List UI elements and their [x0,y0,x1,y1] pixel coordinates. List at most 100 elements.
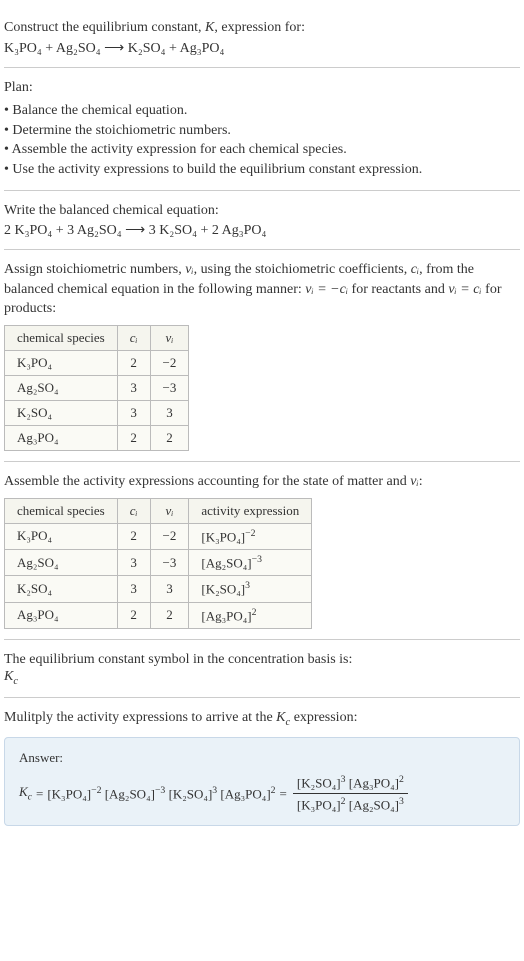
cell-species: K₂SO₄ [5,400,118,425]
term-exp: −2 [91,785,101,796]
table-row: Ag₃PO₄ 2 2 [Ag₃PO₄]2 [5,602,312,628]
term-exp: 3 [341,774,346,785]
plan-item: Balance the chemical equation. [4,101,520,121]
title-suffix: , expression for: [214,20,305,35]
symbol-title: The equilibrium constant symbol in the c… [4,650,520,670]
answer-label: Answer: [19,750,505,766]
cell-expr: [Ag₃PO₄]2 [189,602,312,628]
header-section: Construct the equilibrium constant, K, e… [4,8,520,68]
term-exp: −3 [155,785,165,796]
stoich-text: for reactants and [348,282,448,297]
stoich-description: Assign stoichiometric numbers, νᵢ, using… [4,260,520,319]
product-terms: [K₃PO₄]−2 [Ag₂SO₄]−3 [K₂SO₄]3 [Ag₃PO₄]2 [47,785,275,802]
stoich-eq2: νᵢ = cᵢ [448,282,481,297]
activity-section: Assemble the activity expressions accoun… [4,462,520,640]
cell-c: 2 [117,350,150,375]
col-species: chemical species [5,325,118,350]
cell-c: 2 [117,425,150,450]
fraction: [K₂SO₄]3 [Ag₃PO₄]2 [K₃PO₄]2 [Ag₂SO₄]3 [293,774,408,814]
cell-c: 3 [117,549,150,575]
term-base: [K₂SO₄] [297,775,341,790]
expr-exp: −3 [252,554,262,565]
stoich-eq1: νᵢ = −cᵢ [305,282,348,297]
multiply-text: expression: [290,710,357,725]
expr-exp: −2 [245,528,255,539]
cell-c: 3 [117,576,150,602]
cell-species: Ag₂SO₄ [5,375,118,400]
balanced-equation: 2 K₃PO₄ + 3 Ag₂SO₄ ⟶ 3 K₂SO₄ + 2 Ag₃PO₄ [4,222,520,239]
expr-exp: 3 [245,580,250,591]
cell-expr: [Ag₂SO₄]−3 [189,549,312,575]
expr-base: [Ag₃PO₄] [201,608,251,623]
balanced-title: Write the balanced chemical equation: [4,201,520,221]
term-base: [K₃PO₄] [47,786,91,801]
col-ci: cᵢ [117,325,150,350]
cell-expr: [K₂SO₄]3 [189,576,312,602]
symbol-section: The equilibrium constant symbol in the c… [4,640,520,698]
term-exp: 2 [271,785,276,796]
cell-species: Ag₃PO₄ [5,425,118,450]
table-row: Ag₂SO₄ 3 −3 [Ag₂SO₄]−3 [5,549,312,575]
term-exp: 3 [212,785,217,796]
activity-text: Assemble the activity expressions accoun… [4,474,410,489]
cell-species: K₃PO₄ [5,523,118,549]
denominator: [K₃PO₄]2 [Ag₂SO₄]3 [293,794,408,813]
expr-base: [Ag₂SO₄] [201,555,251,570]
plan-title: Plan: [4,78,520,98]
cell-nu: 3 [150,400,189,425]
c-i: cᵢ [411,262,419,277]
kc-k: K [4,669,13,684]
cell-species: Ag₂SO₄ [5,549,118,575]
term-base: [K₂SO₄] [169,786,213,801]
kc-symbol: Kc [4,669,520,687]
stoich-section: Assign stoichiometric numbers, νᵢ, using… [4,250,520,462]
nu-i: νᵢ [410,474,418,489]
activity-table: chemical species cᵢ νᵢ activity expressi… [4,498,312,629]
table-row: K₃PO₄ 2 −2 [5,350,189,375]
term-base: [Ag₂SO₄] [105,786,155,801]
table-row: K₂SO₄ 3 3 [K₂SO₄]3 [5,576,312,602]
numerator: [K₂SO₄]3 [Ag₃PO₄]2 [293,774,408,794]
kc-k: K [276,710,285,725]
cell-species: K₃PO₄ [5,350,118,375]
cell-species: Ag₃PO₄ [5,602,118,628]
nu-i: νᵢ [185,262,193,277]
cell-c: 2 [117,602,150,628]
col-ci: cᵢ [117,498,150,523]
plan-item: Determine the stoichiometric numbers. [4,121,520,141]
term-base: [K₃PO₄] [297,797,341,812]
cell-nu: −2 [150,523,189,549]
cell-expr: [K₃PO₄]−2 [189,523,312,549]
table-header-row: chemical species cᵢ νᵢ [5,325,189,350]
equals: = [36,786,43,802]
stoich-text: Assign stoichiometric numbers, [4,262,185,277]
expr-base: [K₂SO₄] [201,582,245,597]
cell-nu: −3 [150,549,189,575]
table-row: Ag₃PO₄ 2 2 [5,425,189,450]
kc-k: K [19,784,28,799]
plan-section: Plan: Balance the chemical equation. Det… [4,68,520,191]
cell-species: K₂SO₄ [5,576,118,602]
term-exp: 2 [341,796,346,807]
title-text: Construct the equilibrium constant, [4,20,205,35]
cell-nu: 2 [150,425,189,450]
kc-c: c [28,792,32,803]
col-activity: activity expression [189,498,312,523]
plan-item: Assemble the activity expression for eac… [4,140,520,160]
cell-nu: −3 [150,375,189,400]
col-nui: νᵢ [150,325,189,350]
cell-c: 3 [117,375,150,400]
problem-title: Construct the equilibrium constant, K, e… [4,18,520,38]
kc-c: c [13,676,18,687]
answer-equation: Kc = [K₃PO₄]−2 [Ag₂SO₄]−3 [K₂SO₄]3 [Ag₃P… [19,774,505,814]
term-base: [Ag₃PO₄] [349,775,399,790]
multiply-text: Mulitply the activity expressions to arr… [4,710,276,725]
equals: = [280,786,287,802]
kc-lhs: Kc [19,784,32,803]
stoich-table: chemical species cᵢ νᵢ K₃PO₄ 2 −2 Ag₂SO₄… [4,325,189,451]
stoich-text: , using the stoichiometric coefficients, [194,262,411,277]
cell-nu: −2 [150,350,189,375]
title-k: K [205,20,214,35]
term-exp: 3 [399,796,404,807]
table-row: K₃PO₄ 2 −2 [K₃PO₄]−2 [5,523,312,549]
